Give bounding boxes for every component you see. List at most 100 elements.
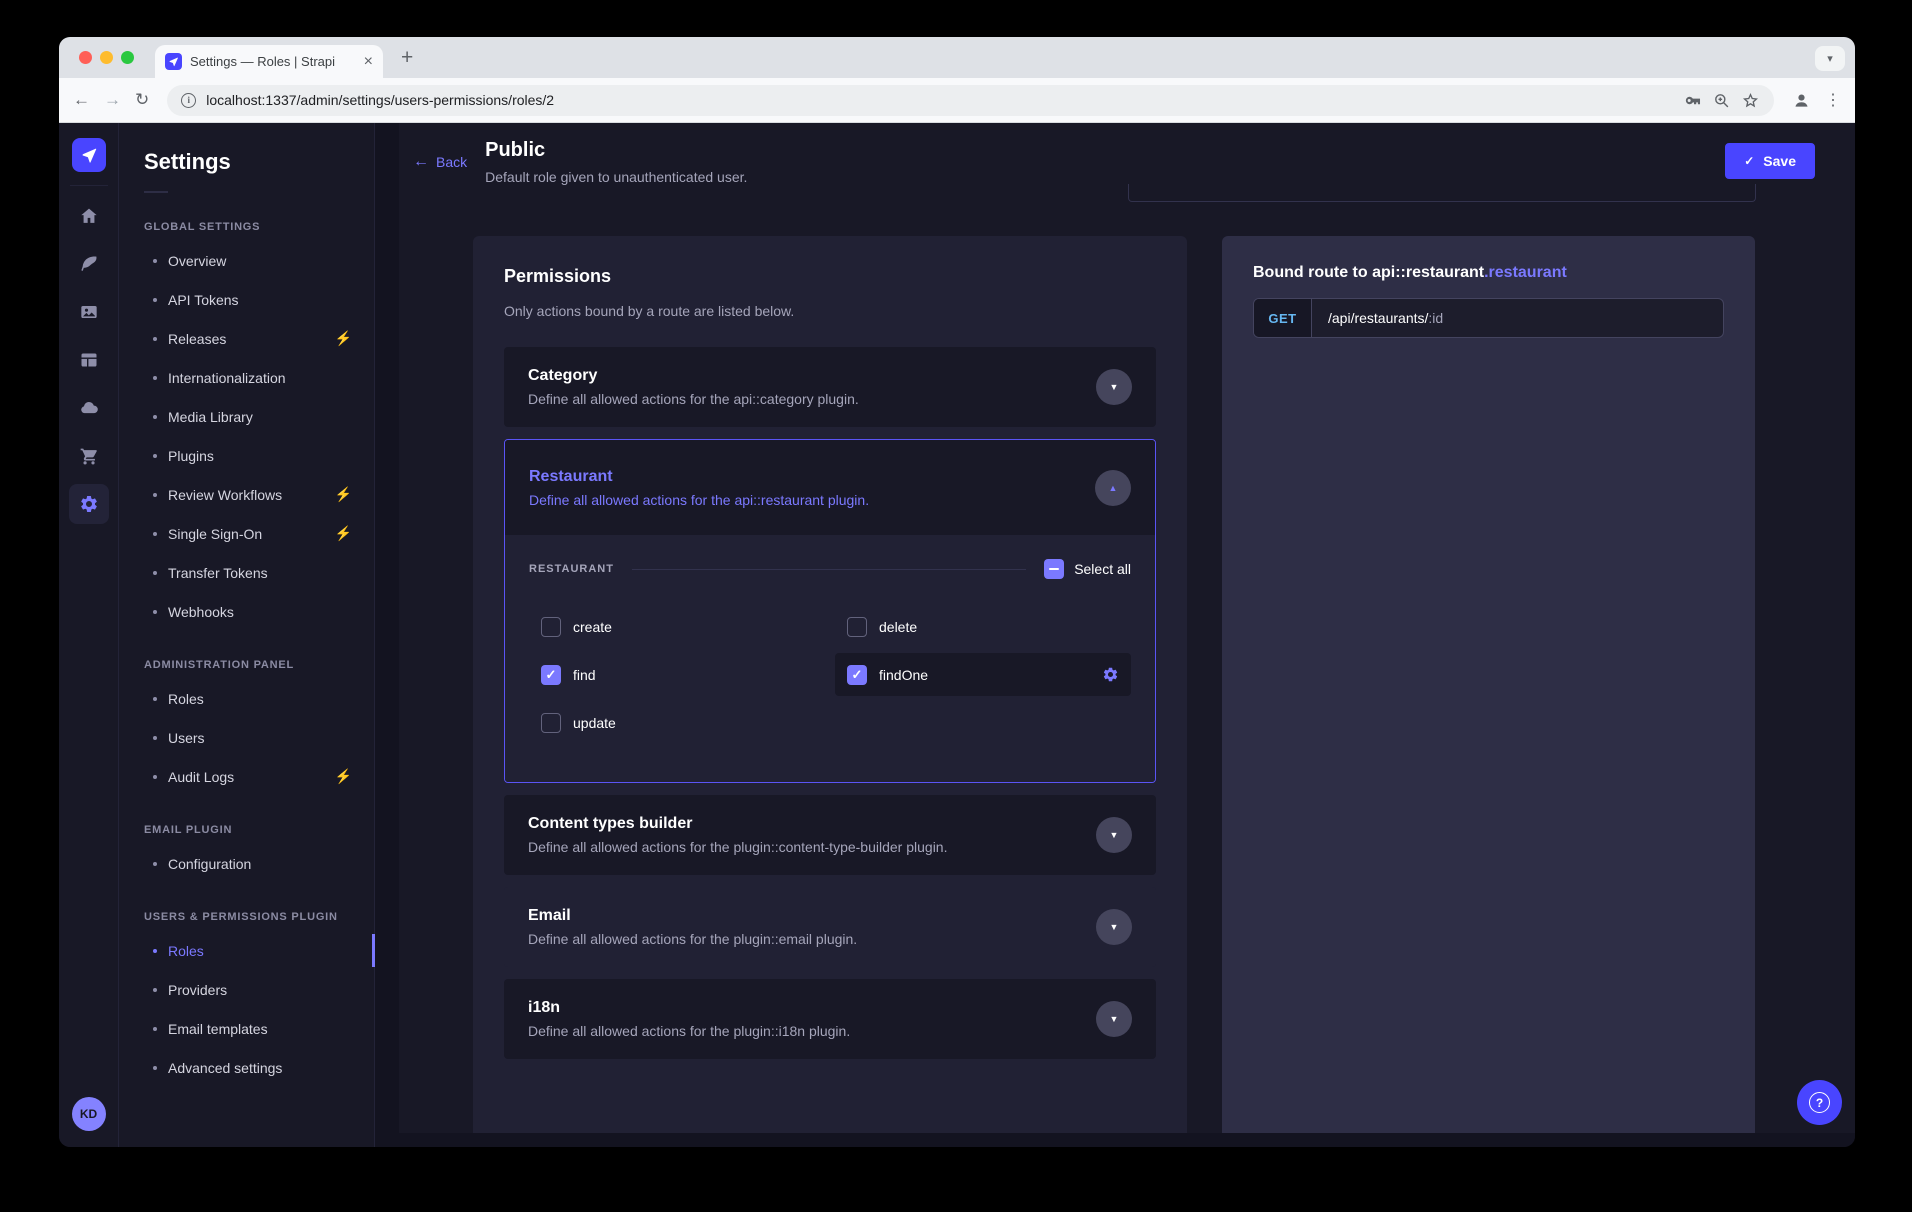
permission-label: create (573, 619, 612, 635)
sidebar-item-transfer-tokens[interactable]: Transfer Tokens (119, 553, 374, 592)
sidebar-item-media-library[interactable]: Media Library (119, 397, 374, 436)
bullet-dot (153, 736, 157, 740)
accordion-category[interactable]: Category Define all allowed actions for … (504, 347, 1156, 427)
strapi-logo[interactable] (72, 138, 106, 172)
bookmark-star-icon[interactable] (1741, 91, 1760, 110)
profile-avatar-icon[interactable] (1792, 91, 1811, 110)
permission-findone[interactable]: ✓ findOne (835, 653, 1131, 696)
advanced-settings-gear-icon[interactable] (1102, 666, 1119, 683)
back-nav-icon[interactable]: ← (73, 90, 90, 110)
home-icon[interactable] (69, 196, 109, 236)
sidebar-item-email-templates[interactable]: Email templates (119, 1009, 374, 1048)
content-manager-feather-icon[interactable] (69, 244, 109, 284)
accordion-content-types-builder[interactable]: Content types builder Define all allowed… (504, 795, 1156, 875)
back-arrow-icon: ← (413, 153, 429, 171)
sidebar-item-label: Single Sign-On (168, 526, 262, 542)
sidebar-item-providers[interactable]: Providers (119, 970, 374, 1009)
accordion-email[interactable]: Email Define all allowed actions for the… (504, 887, 1156, 967)
accordion-description: Define all allowed actions for the plugi… (528, 1023, 1080, 1039)
sidebar-item-plugins[interactable]: Plugins (119, 436, 374, 475)
accordion-header[interactable]: Restaurant Define all allowed actions fo… (505, 440, 1155, 535)
zoom-window-button[interactable] (121, 51, 134, 64)
sidebar-item-review-workflows[interactable]: Review Workflows⚡ (119, 475, 374, 514)
help-button[interactable]: ? (1797, 1080, 1842, 1125)
new-tab-button[interactable]: + (401, 46, 413, 70)
section-global-settings: GLOBAL SETTINGS (119, 221, 374, 233)
bound-route-title: Bound route to api::restaurant.restauran… (1253, 264, 1724, 282)
browser-tab[interactable]: Settings — Roles | Strapi × (155, 45, 383, 78)
window-controls[interactable] (79, 51, 134, 64)
accordion-description: Define all allowed actions for the api::… (529, 492, 1079, 508)
route-title-accent: .restaurant (1484, 264, 1567, 281)
create-checkbox[interactable] (541, 617, 561, 637)
site-info-icon[interactable]: i (181, 93, 196, 108)
accordion-i18n[interactable]: i18n Define all allowed actions for the … (504, 979, 1156, 1059)
sidebar-item-api-tokens[interactable]: API Tokens (119, 280, 374, 319)
sidebar-item-admin-roles[interactable]: Roles (119, 679, 374, 718)
rail-divider (70, 185, 108, 186)
close-tab-icon[interactable]: × (364, 54, 373, 70)
permissions-panel: Permissions Only actions bound by a rout… (473, 236, 1187, 1133)
permission-create[interactable]: create (529, 605, 825, 648)
tab-strip: Settings — Roles | Strapi × + ▾ (59, 37, 1855, 78)
delete-checkbox[interactable] (847, 617, 867, 637)
expand-chevron-icon[interactable]: ▼ (1096, 817, 1132, 853)
marketplace-cart-icon[interactable] (69, 436, 109, 476)
select-all-control[interactable]: Select all (1044, 559, 1131, 579)
find-checkbox[interactable]: ✓ (541, 665, 561, 685)
settings-gear-icon[interactable] (69, 484, 109, 524)
sidebar-item-label: API Tokens (168, 292, 239, 308)
accordion-header[interactable]: Category Define all allowed actions for … (504, 347, 1156, 427)
route-path-param: :id (1428, 310, 1443, 326)
back-link[interactable]: ← Back (413, 153, 467, 171)
accordion-body: RESTAURANT Select all (505, 535, 1155, 782)
password-key-icon[interactable] (1683, 91, 1702, 110)
address-bar[interactable]: i localhost:1337/admin/settings/users-pe… (167, 85, 1774, 116)
sidebar-item-internationalization[interactable]: Internationalization (119, 358, 374, 397)
sidebar-item-overview[interactable]: Overview (119, 241, 374, 280)
select-all-checkbox[interactable] (1044, 559, 1064, 579)
sidebar-item-releases[interactable]: Releases⚡ (119, 319, 374, 358)
accordion-description: Define all allowed actions for the plugi… (528, 931, 1080, 947)
sidebar-item-audit-logs[interactable]: Audit Logs⚡ (119, 757, 374, 796)
accordion-header[interactable]: Email Define all allowed actions for the… (504, 887, 1156, 967)
sidebar-item-advanced-settings[interactable]: Advanced settings (119, 1048, 374, 1087)
collapse-chevron-icon[interactable]: ▲ (1095, 470, 1131, 506)
expand-chevron-icon[interactable]: ▼ (1096, 1001, 1132, 1037)
deploy-cloud-icon[interactable] (69, 388, 109, 428)
sidebar-item-single-sign-on[interactable]: Single Sign-On⚡ (119, 514, 374, 553)
sidebar-item-webhooks[interactable]: Webhooks (119, 592, 374, 631)
zoom-in-icon[interactable] (1712, 91, 1731, 110)
minimize-window-button[interactable] (100, 51, 113, 64)
permissions-subtitle: Only actions bound by a route are listed… (504, 303, 1156, 319)
reload-icon[interactable]: ↻ (135, 90, 149, 110)
permission-delete[interactable]: delete (835, 605, 1131, 648)
sidebar-item-up-roles[interactable]: Roles (119, 931, 374, 970)
sidebar-item-configuration[interactable]: Configuration (119, 844, 374, 883)
browser-menu-icon[interactable]: ⋮ (1825, 90, 1841, 110)
close-window-button[interactable] (79, 51, 92, 64)
sidebar-item-label: Plugins (168, 448, 214, 464)
route-display: GET /api/restaurants/:id (1253, 298, 1724, 338)
permission-update[interactable]: update (529, 701, 825, 744)
forward-nav-icon[interactable]: → (104, 90, 121, 110)
sidebar-item-users[interactable]: Users (119, 718, 374, 757)
role-description-input-partial[interactable] (1128, 184, 1756, 202)
content-type-builder-icon[interactable] (69, 340, 109, 380)
expand-chevron-icon[interactable]: ▼ (1096, 369, 1132, 405)
user-avatar[interactable]: KD (72, 1097, 106, 1131)
url-text[interactable]: localhost:1337/admin/settings/users-perm… (206, 92, 554, 108)
save-button[interactable]: ✓ Save (1725, 143, 1815, 179)
bullet-dot (153, 1027, 157, 1031)
findone-checkbox[interactable]: ✓ (847, 665, 867, 685)
accordion-header[interactable]: Content types builder Define all allowed… (504, 795, 1156, 875)
update-checkbox[interactable] (541, 713, 561, 733)
section-users-permissions-plugin: USERS & PERMISSIONS PLUGIN (119, 911, 374, 923)
accordion-header[interactable]: i18n Define all allowed actions for the … (504, 979, 1156, 1059)
page-header: ← Back Public Default role given to unau… (399, 123, 1855, 185)
expand-chevron-icon[interactable]: ▼ (1096, 909, 1132, 945)
media-library-icon[interactable] (69, 292, 109, 332)
tab-search-chevron-icon[interactable]: ▾ (1815, 46, 1845, 71)
permission-find[interactable]: ✓ find (529, 653, 825, 696)
accordion-title: i18n (528, 999, 1080, 1017)
